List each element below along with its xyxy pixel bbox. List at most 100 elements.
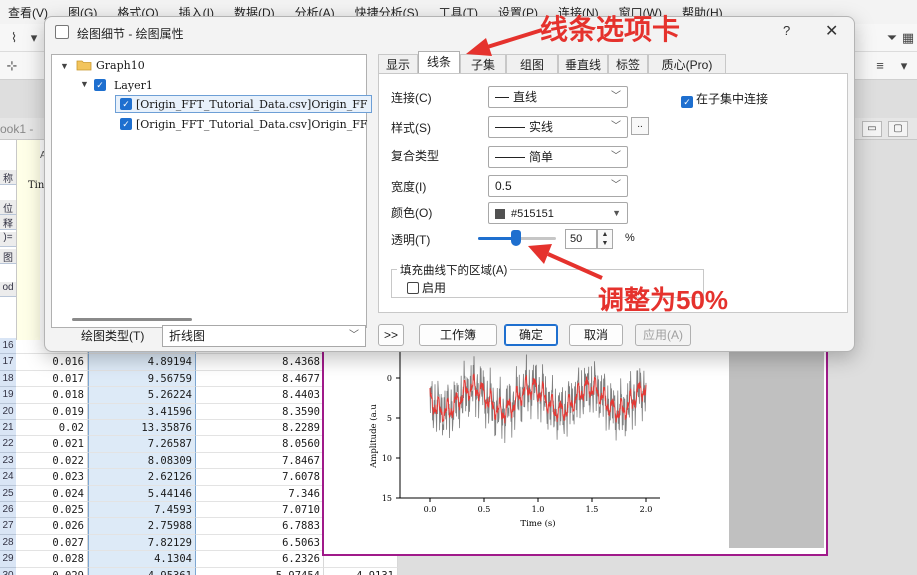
table-cell[interactable]: 0.019 (16, 403, 88, 420)
graph-window[interactable]: 0 5 10 15 0.0 0.5 1.0 1.5 2.0 Amplitude (a.u Time … (322, 338, 828, 556)
table-cell[interactable]: 4.89194 (88, 354, 196, 371)
table-cell[interactable]: 8.3590 (196, 403, 324, 420)
table-cell[interactable]: 0.016 (16, 354, 88, 371)
table-cell[interactable]: 0.024 (16, 485, 88, 502)
table-cell[interactable]: 0.023 (16, 469, 88, 486)
table-cell[interactable]: 8.4677 (196, 370, 324, 388)
row-number[interactable]: 17 (0, 354, 16, 371)
table-cell[interactable]: 8.4403 (196, 387, 324, 404)
grid-icon[interactable]: ▦ (900, 30, 916, 46)
more-icon[interactable]: ▾ (896, 58, 912, 74)
table-cell[interactable]: 4.95361 (88, 567, 196, 575)
row-number[interactable]: 22 (0, 436, 16, 453)
table-cell[interactable]: 3.41596 (88, 403, 196, 420)
format-icon[interactable]: ≡ (872, 58, 888, 74)
tree-scrollbar[interactable] (72, 318, 192, 321)
dropdown-icon[interactable]: ▾ (26, 30, 42, 46)
table-cell[interactable]: 9.56759 (88, 370, 196, 388)
table-cell[interactable]: 8.4368 (196, 354, 324, 371)
table-cell[interactable]: 0.026 (16, 518, 88, 535)
style-more-button[interactable]: .. (631, 117, 649, 135)
row-number[interactable]: 21 (0, 420, 16, 437)
line-tool-icon[interactable]: ⌇ (6, 30, 22, 46)
table-cell[interactable]: 0.017 (16, 370, 88, 388)
compound-type-select[interactable]: 简单 ﹀ (488, 146, 628, 168)
table-cell[interactable]: 7.8467 (196, 452, 324, 470)
row-number[interactable]: 29 (0, 551, 16, 568)
width-select[interactable]: 0.5 ﹀ (488, 175, 628, 197)
plot2-checkbox[interactable]: ✓ (120, 118, 132, 130)
row-number[interactable]: 19 (0, 387, 16, 404)
tree-node-plot-2[interactable]: [Origin_FFT_Tutorial_Data.csv]Origin_FF (136, 118, 368, 131)
layer-checkbox[interactable]: ✓ (94, 79, 106, 91)
table-cell[interactable]: 6.2326 (196, 551, 324, 568)
table-cell[interactable]: 8.0560 (196, 436, 324, 453)
tree-node-layer[interactable]: Layer1 (114, 79, 153, 92)
tool-icon[interactable]: ⊹ (4, 58, 20, 74)
table-cell[interactable]: 7.0710 (196, 502, 324, 519)
expand-button[interactable]: >> (378, 324, 404, 346)
menu-item-0[interactable]: 查看(V) (8, 4, 48, 21)
table-cell[interactable]: 13.35876 (88, 420, 196, 437)
close-icon[interactable]: ✕ (825, 21, 838, 41)
apply-button[interactable]: 应用(A) (635, 324, 691, 346)
table-cell[interactable]: 0.018 (16, 387, 88, 404)
tab-line[interactable]: 线条 (418, 51, 460, 74)
subset-connect-checkbox[interactable]: ✓ 在子集中连接 (681, 90, 768, 108)
restore-icon[interactable]: ▭ (862, 121, 882, 137)
row-number[interactable]: 20 (0, 403, 16, 420)
table-cell[interactable]: 0.029 (16, 567, 88, 575)
table-cell[interactable]: 0.02 (16, 420, 88, 437)
row-number[interactable]: 26 (0, 502, 16, 519)
connect-select[interactable]: 直线 ﹀ (488, 86, 628, 108)
ok-button[interactable]: 确定 (504, 324, 558, 346)
tree-node-plot-1[interactable]: [Origin_FFT_Tutorial_Data.csv]Origin_FF (136, 98, 368, 111)
table-cell[interactable]: 5.44146 (88, 485, 196, 502)
table-cell[interactable]: 7.82129 (88, 534, 196, 552)
table-cell[interactable]: 5.26224 (88, 387, 196, 404)
table-cell[interactable]: 0.025 (16, 502, 88, 519)
row-number[interactable]: 16 (0, 338, 16, 355)
table-cell[interactable]: 7.4593 (88, 502, 196, 519)
row-number[interactable]: 23 (0, 452, 16, 470)
table-cell[interactable]: 7.346 (196, 485, 324, 502)
style-select[interactable]: 实线 ﹀ (488, 116, 628, 138)
collapse-arrow-icon[interactable]: ▼ (60, 61, 69, 71)
tree-node-graph[interactable]: Graph10 (96, 59, 145, 72)
collapse-arrow-icon[interactable]: ▼ (80, 79, 89, 89)
filter-icon[interactable]: ⏷ (884, 30, 900, 46)
table-cell[interactable]: 0.027 (16, 534, 88, 552)
row-number[interactable]: 28 (0, 534, 16, 552)
table-cell[interactable]: 7.26587 (88, 436, 196, 453)
row-number[interactable]: 30 (0, 567, 16, 575)
table-cell[interactable]: 7.6078 (196, 469, 324, 486)
table-cell[interactable]: 8.08309 (88, 452, 196, 470)
workbook-button[interactable]: 工作簿 (419, 324, 497, 346)
table-cell[interactable]: 4.1304 (88, 551, 196, 568)
table-cell[interactable]: 2.62126 (88, 469, 196, 486)
table-cell[interactable]: 0.021 (16, 436, 88, 453)
color-select[interactable]: #515151 ▼ (488, 202, 628, 224)
help-button[interactable]: ? (783, 23, 790, 38)
table-cell[interactable]: 5.97454 (196, 567, 324, 575)
row-number[interactable]: 27 (0, 518, 16, 535)
table-cell[interactable]: 6.7883 (196, 518, 324, 535)
table-cell[interactable]: 6.5063 (196, 534, 324, 552)
plot1-checkbox[interactable]: ✓ (120, 98, 132, 110)
plot-type-select[interactable]: 折线图 ﹀ (162, 325, 366, 347)
table-cell[interactable]: 2.75988 (88, 518, 196, 535)
maximize-icon[interactable]: ▢ (888, 121, 908, 137)
cancel-button[interactable]: 取消 (569, 324, 623, 346)
row-number[interactable]: 18 (0, 370, 16, 388)
table-cell[interactable]: 0.028 (16, 551, 88, 568)
tab-display[interactable]: 显示 (378, 54, 418, 74)
table-cell[interactable]: 8.2289 (196, 420, 324, 437)
tab-drop-lines[interactable]: 垂直线 (558, 54, 608, 74)
row-number[interactable]: 25 (0, 485, 16, 502)
tab-centroid[interactable]: 质心(Pro) (648, 54, 726, 74)
tab-label[interactable]: 标签 (608, 54, 648, 74)
table-cell[interactable]: 4.9131 (324, 567, 398, 575)
table-cell[interactable]: 0.022 (16, 452, 88, 470)
row-number[interactable]: 24 (0, 469, 16, 486)
fill-enable-checkbox[interactable]: 启用 (407, 279, 446, 296)
